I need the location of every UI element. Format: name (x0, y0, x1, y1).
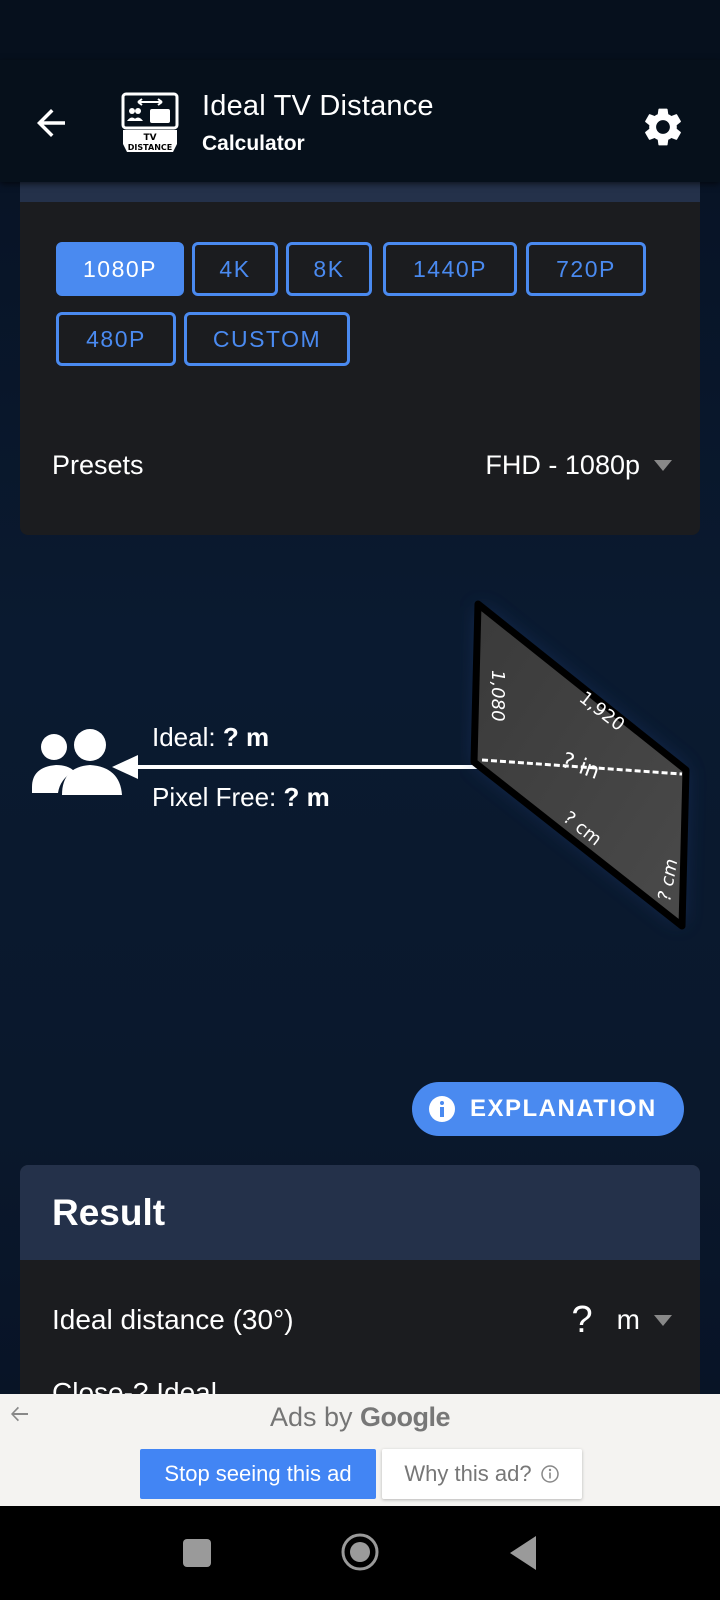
status-bar (0, 0, 720, 60)
resolution-button-1080p[interactable]: 1080P (56, 242, 184, 296)
system-navigation-bar (0, 1506, 720, 1600)
stop-seeing-ad-button[interactable]: Stop seeing this ad (140, 1449, 376, 1499)
info-icon (429, 1096, 455, 1122)
ideal-distance-label: Ideal: ? m (152, 722, 269, 753)
why-this-ad-button[interactable]: Why this ad? (382, 1449, 582, 1499)
explanation-button[interactable]: EXPLANATION (412, 1082, 684, 1136)
presets-dropdown[interactable]: FHD - 1080p (485, 450, 672, 481)
resolution-card: 1080P 4K 8K 1440P 720P 480P CUSTOM Prese… (20, 170, 700, 535)
result-value: ? (571, 1298, 593, 1341)
result-label: Ideal distance (30°) (52, 1304, 294, 1335)
result-row-ideal-distance: Ideal distance (30°) ? m (52, 1295, 672, 1345)
resolution-button-custom[interactable]: CUSTOM (184, 312, 350, 366)
result-card: Result Ideal distance (30°) ? m Close-? … (20, 1165, 700, 1405)
google-logo-text: Google (360, 1402, 451, 1432)
gear-icon (645, 108, 681, 146)
ideal-value: ? m (222, 722, 270, 752)
ads-by-google-label: Ads by Google (0, 1402, 720, 1433)
home-button[interactable] (340, 1532, 380, 1572)
ideal-label-text: Ideal: (152, 722, 216, 752)
app-title: Ideal TV Distance (202, 90, 434, 122)
resolution-button-480p[interactable]: 480P (56, 312, 176, 366)
result-title: Result (52, 1191, 166, 1233)
arrow-head-left-icon (112, 755, 138, 779)
ad-banner: Ads by Google Stop seeing this ad Why th… (0, 1394, 720, 1506)
resolution-button-8k[interactable]: 8K (286, 242, 372, 296)
presets-selected-value: FHD - 1080p (485, 449, 640, 480)
pixel-free-value: ? m (283, 782, 330, 812)
arrow-left-icon (37, 109, 65, 137)
resolution-button-720p[interactable]: 720P (526, 242, 646, 296)
svg-text:DISTANCE: DISTANCE (128, 143, 172, 152)
recent-apps-button[interactable] (183, 1539, 211, 1567)
svg-text:1,080: 1,080 (487, 670, 508, 722)
settings-button[interactable] (640, 104, 686, 150)
nav-back-button[interactable] (508, 1536, 538, 1570)
app-bar: TV DISTANCE Ideal TV Distance Calculator (0, 60, 720, 182)
result-header: Result (20, 1165, 700, 1260)
app-logo: TV DISTANCE (120, 92, 180, 154)
tv-screen-graphic: 1,920 1,080 ? in ? cm ? cm (470, 600, 690, 930)
distance-illustration: Ideal: ? m Pixel Free: ? m 1,920 1,080 ?… (0, 560, 720, 980)
tv-height-pixels: 1,080 (487, 670, 508, 722)
svg-text:TV: TV (143, 133, 156, 143)
pixel-free-label-text: Pixel Free: (152, 782, 277, 812)
presets-row: Presets FHD - 1080p (52, 440, 672, 490)
explanation-label: EXPLANATION (470, 1095, 657, 1122)
presets-label: Presets (52, 449, 144, 480)
resolution-button-4k[interactable]: 4K (192, 242, 278, 296)
why-this-ad-label: Why this ad? (404, 1461, 532, 1486)
unit-selected-value: m (616, 1304, 640, 1335)
info-icon (540, 1465, 559, 1483)
app-subtitle: Calculator (202, 132, 305, 155)
tv-distance-logo-icon: TV DISTANCE (121, 92, 179, 152)
caret-down-icon (654, 459, 672, 471)
unit-dropdown[interactable]: m (617, 1304, 672, 1336)
pixel-free-distance-label: Pixel Free: ? m (152, 782, 330, 813)
resolution-button-1440p[interactable]: 1440P (383, 242, 517, 296)
caret-down-icon (654, 1314, 672, 1326)
back-button[interactable] (30, 102, 72, 144)
ads-by-text: Ads by (269, 1402, 353, 1432)
